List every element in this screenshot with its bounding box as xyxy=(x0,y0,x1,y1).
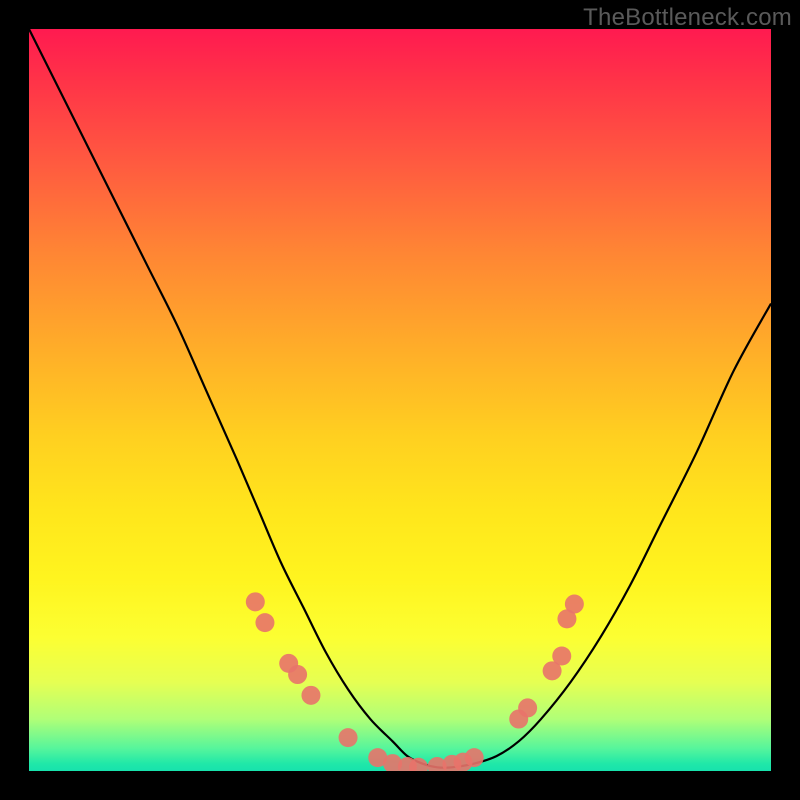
plot-area xyxy=(29,29,771,771)
bottleneck-curve xyxy=(29,29,771,768)
highlight-dot xyxy=(518,698,537,717)
highlight-dot xyxy=(339,728,358,747)
watermark-text: TheBottleneck.com xyxy=(583,4,792,32)
chart-frame: TheBottleneck.com xyxy=(0,0,800,800)
highlight-dot xyxy=(246,592,265,611)
highlight-dot xyxy=(255,613,274,632)
curve-layer xyxy=(29,29,771,771)
highlight-dot xyxy=(552,646,571,665)
highlight-dot xyxy=(301,686,320,705)
highlight-dot xyxy=(465,748,484,767)
highlight-dot xyxy=(565,595,584,614)
highlight-dot xyxy=(288,665,307,684)
